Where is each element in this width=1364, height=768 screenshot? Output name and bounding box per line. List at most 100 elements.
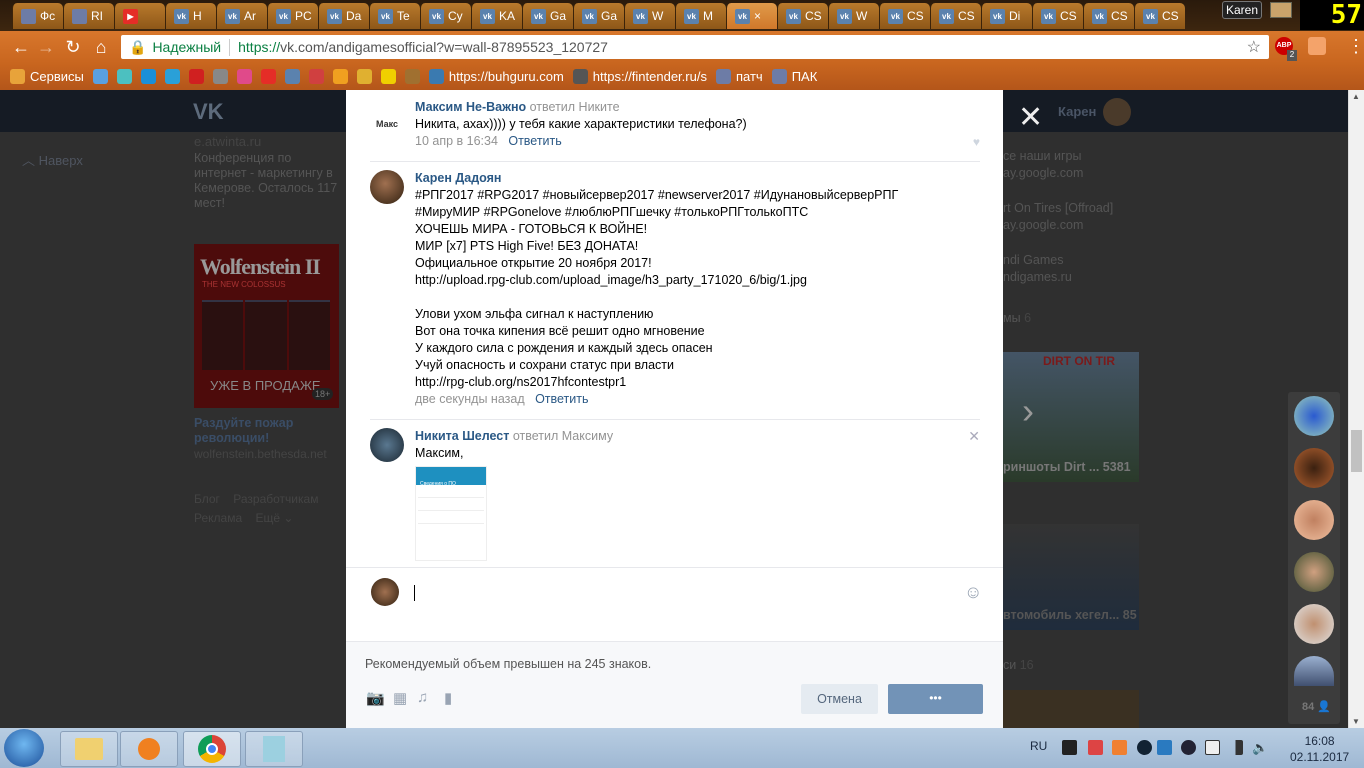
action-center-icon[interactable]: [1088, 740, 1103, 755]
album-thumbnail[interactable]: втомобиль хегел... 85: [1003, 524, 1139, 630]
bookmark-item[interactable]: [260, 69, 276, 84]
section-header[interactable]: си 16: [1003, 658, 1034, 672]
emoji-icon[interactable]: ☺: [964, 582, 982, 603]
bookmark-item[interactable]: [164, 69, 180, 84]
ad-block[interactable]: e.atwinta.ru Конференция по интернет - м…: [194, 134, 344, 211]
bookmark-item[interactable]: [140, 69, 156, 84]
tab[interactable]: vk Н: [165, 3, 216, 29]
tab[interactable]: vk Ga: [573, 3, 624, 29]
scroll-up-icon[interactable]: ▲: [1352, 92, 1360, 101]
camera-icon[interactable]: 📷: [366, 689, 385, 707]
scrollbar-thumb[interactable]: [1351, 430, 1362, 472]
tab[interactable]: RI: [63, 3, 114, 29]
document-icon[interactable]: ▮: [444, 689, 452, 707]
url-text[interactable]: https://vk.com/andigamesofficial?w=wall-…: [230, 39, 608, 55]
bookmark-item[interactable]: https://fintender.ru/s: [572, 69, 707, 84]
attached-photo[interactable]: Сведения о ПО: [415, 466, 487, 561]
bookmark-item[interactable]: https://buhguru.com: [428, 69, 564, 84]
media-player-taskbar-button[interactable]: [120, 731, 178, 767]
ad-link[interactable]: wolfenstein.bethesda.net: [194, 447, 327, 461]
tab-close-icon[interactable]: ×: [754, 9, 761, 23]
tab[interactable]: vk Da: [318, 3, 369, 29]
bluetooth-icon[interactable]: [1137, 740, 1152, 755]
tab[interactable]: vk CS: [1032, 3, 1083, 29]
friend-avatar[interactable]: [1294, 604, 1334, 644]
tab[interactable]: vk CS: [1134, 3, 1185, 29]
bookmark-item[interactable]: [404, 69, 420, 84]
bookmark-item[interactable]: [284, 69, 300, 84]
user-avatar[interactable]: [1103, 98, 1131, 126]
friend-avatar[interactable]: [1294, 448, 1334, 488]
reply-link[interactable]: Ответить: [508, 134, 561, 148]
tab[interactable]: Фс: [12, 3, 63, 29]
bookmark-item[interactable]: [308, 69, 324, 84]
link-title[interactable]: ndi Games: [1003, 252, 1113, 269]
bookmark-item[interactable]: патч: [715, 69, 763, 84]
footer-link-blog[interactable]: Блог: [194, 492, 220, 506]
tab[interactable]: vk M: [675, 3, 726, 29]
signal-icon[interactable]: [1228, 740, 1243, 755]
back-to-top-link[interactable]: ︿ Наверх: [22, 150, 83, 169]
vk-logo[interactable]: VK: [193, 99, 224, 125]
bookmark-item[interactable]: [188, 69, 204, 84]
send-button[interactable]: •••: [888, 684, 983, 714]
tab-active[interactable]: vk ×: [726, 3, 777, 29]
forward-icon[interactable]: →: [35, 36, 57, 58]
friend-avatar[interactable]: [1294, 552, 1334, 592]
albums-header[interactable]: мы 6: [1003, 310, 1113, 327]
thumbnail[interactable]: [1003, 690, 1139, 728]
friend-avatar[interactable]: [1294, 500, 1334, 540]
comment-input[interactable]: [414, 585, 954, 601]
tab[interactable]: vk CS: [930, 3, 981, 29]
start-button[interactable]: [4, 729, 44, 767]
steam-icon[interactable]: [1181, 740, 1196, 755]
friend-avatar[interactable]: [1294, 396, 1334, 436]
reply-link[interactable]: Ответить: [535, 392, 588, 406]
comment-avatar[interactable]: [370, 170, 404, 204]
comment-author[interactable]: Максим Не-Важно: [415, 100, 526, 114]
comment-time[interactable]: 10 апр в 16:34: [415, 134, 498, 148]
close-icon[interactable]: ✕: [1018, 100, 1043, 135]
ad-title[interactable]: Раздуйте пожар революции!: [194, 416, 334, 446]
tab[interactable]: vk CS: [879, 3, 930, 29]
comment-author[interactable]: Карен Дадоян: [415, 171, 501, 185]
clock[interactable]: 16:08 02.11.2017: [1290, 733, 1349, 765]
comment-author[interactable]: Никита Шелест: [415, 429, 509, 443]
volume-icon[interactable]: 🔈: [1252, 740, 1268, 755]
music-icon[interactable]: ♫: [417, 689, 428, 706]
address-bar[interactable]: 🔒 Надежный https://vk.com/andigamesoffici…: [121, 35, 1269, 59]
friends-count[interactable]: 84 👤: [1302, 700, 1331, 713]
tab[interactable]: vk Te: [369, 3, 420, 29]
friend-avatar[interactable]: [1294, 656, 1334, 686]
monitor-tray-icon[interactable]: [1062, 740, 1077, 755]
tab[interactable]: vk PC: [267, 3, 318, 29]
bookmark-item[interactable]: Сервисы: [10, 69, 84, 84]
delete-icon[interactable]: ✕: [968, 428, 980, 445]
footer-link-developers[interactable]: Разработчикам: [233, 492, 318, 506]
tab[interactable]: vk CS: [1083, 3, 1134, 29]
home-icon[interactable]: ⌂: [90, 36, 112, 58]
explorer-taskbar-button[interactable]: [60, 731, 118, 767]
tab[interactable]: vk Ga: [522, 3, 573, 29]
tab[interactable]: vk Cy: [420, 3, 471, 29]
bookmark-item[interactable]: [356, 69, 372, 84]
bookmark-item[interactable]: ПАК: [771, 69, 817, 84]
footer-link-ads[interactable]: Реклама: [194, 511, 242, 525]
cancel-button[interactable]: Отмена: [801, 684, 878, 714]
bookmark-item[interactable]: [92, 69, 108, 84]
tab[interactable]: vk Ar: [216, 3, 267, 29]
app-tray-icon[interactable]: [1112, 740, 1127, 755]
tab[interactable]: vk W: [828, 3, 879, 29]
page-scrollbar[interactable]: ▲ ▼: [1348, 90, 1364, 728]
tab[interactable]: vk CS: [777, 3, 828, 29]
tab[interactable]: ▶: [114, 3, 165, 29]
back-icon[interactable]: ←: [10, 36, 32, 58]
comment-avatar[interactable]: Макс: [370, 107, 404, 141]
link-title[interactable]: се наши игры: [1003, 148, 1113, 165]
user-name[interactable]: Карен: [1058, 104, 1096, 119]
menu-icon[interactable]: ⋮: [1347, 36, 1364, 57]
chevron-right-icon[interactable]: ›: [1022, 390, 1034, 432]
notepad-taskbar-button[interactable]: [245, 731, 303, 767]
ad-image[interactable]: Wolfenstein II THE NEW COLOSSUS УЖЕ В ПР…: [194, 244, 339, 408]
extension-icon[interactable]: [1308, 37, 1326, 55]
